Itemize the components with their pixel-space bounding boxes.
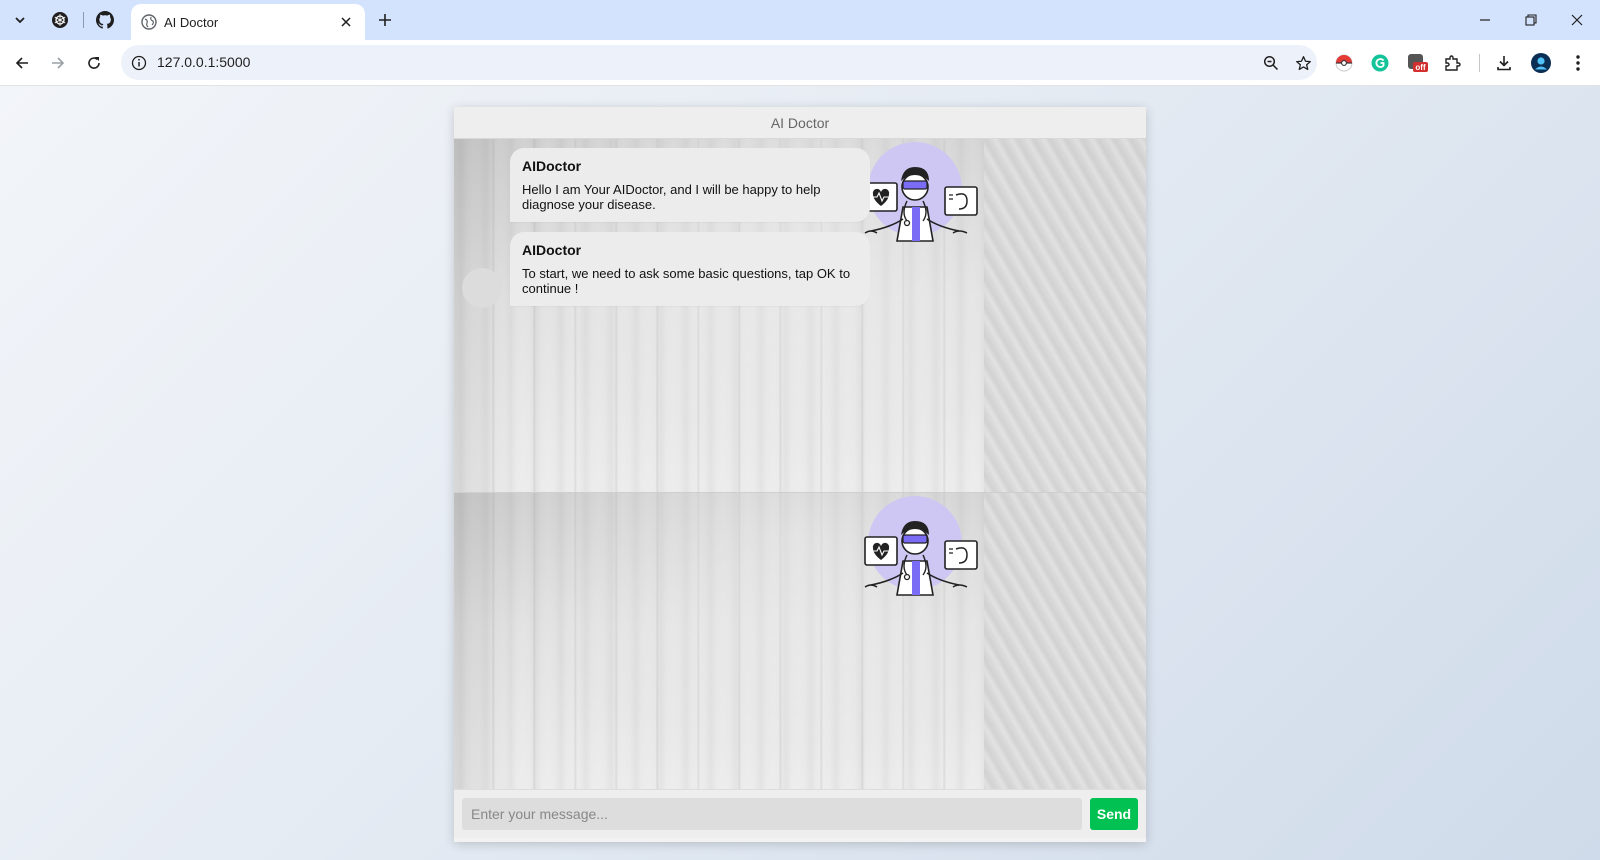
restore-icon[interactable]	[1508, 0, 1554, 40]
background-texture	[984, 139, 1146, 492]
globe-icon	[141, 14, 157, 30]
reload-icon[interactable]	[80, 49, 108, 77]
star-icon[interactable]	[1291, 51, 1315, 75]
chat-messages-area[interactable]: AIDoctor Hello I am Your AIDoctor, and I…	[454, 139, 1146, 493]
chat-app: AI Doctor AIDoctor Hello I am Your AIDoc…	[454, 107, 1146, 842]
openai-icon[interactable]	[49, 9, 71, 31]
message-input[interactable]	[462, 798, 1082, 830]
pokeball-extension-icon[interactable]	[1330, 49, 1358, 77]
chat-title: AI Doctor	[770, 114, 830, 131]
send-button[interactable]: Send	[1090, 798, 1138, 830]
message-text: To start, we need to ask some basic ques…	[522, 266, 851, 296]
plus-icon[interactable]	[373, 8, 397, 32]
message-text: Hello I am Your AIDoctor, and I will be …	[522, 182, 821, 212]
background-texture	[984, 493, 1146, 789]
toolbar-separator	[1479, 54, 1480, 72]
address-bar[interactable]: 127.0.0.1:5000	[121, 45, 1317, 80]
chat-message: AIDoctor Hello I am Your AIDoctor, and I…	[510, 148, 870, 222]
background-shade	[454, 493, 514, 789]
tab-strip: AI Doctor	[0, 0, 1600, 40]
tab-title: AI Doctor	[164, 15, 219, 30]
chat-header: AI Doctor	[454, 107, 1146, 139]
extension-badge: off	[1415, 63, 1426, 72]
grammarly-icon[interactable]	[1366, 49, 1394, 77]
message-sender: AIDoctor	[522, 158, 582, 174]
tab-search-icon[interactable]	[7, 7, 33, 33]
chat-background-area	[454, 493, 1146, 789]
doctor-illustration	[864, 496, 978, 596]
minimize-icon[interactable]	[1462, 0, 1508, 40]
browser-toolbar: 127.0.0.1:5000 off	[0, 40, 1600, 86]
download-icon[interactable]	[1490, 49, 1518, 77]
github-icon[interactable]	[94, 9, 116, 31]
more-icon[interactable]	[1564, 49, 1592, 77]
chat-message: AIDoctor To start, we need to ask some b…	[510, 232, 870, 306]
extensions-icon[interactable]	[1438, 49, 1466, 77]
info-icon[interactable]	[127, 51, 151, 75]
doctor-illustration	[864, 142, 978, 242]
back-icon[interactable]	[8, 49, 36, 77]
extension-off-icon[interactable]: off	[1403, 49, 1431, 77]
tab-ai-doctor[interactable]: AI Doctor	[131, 4, 365, 40]
message-input-bar: Send	[454, 789, 1146, 838]
avatar	[462, 268, 502, 308]
url-text[interactable]: 127.0.0.1:5000	[157, 54, 250, 70]
background-shade	[454, 139, 514, 492]
forward-icon[interactable]	[44, 49, 72, 77]
close-icon[interactable]	[335, 11, 357, 33]
tab-separator	[83, 12, 84, 28]
close-window-icon[interactable]	[1554, 0, 1600, 40]
page-viewport: AI Doctor AIDoctor Hello I am Your AIDoc…	[0, 86, 1600, 860]
message-sender: AIDoctor	[522, 242, 582, 258]
zoom-icon[interactable]	[1259, 51, 1283, 75]
profile-icon[interactable]	[1527, 49, 1555, 77]
